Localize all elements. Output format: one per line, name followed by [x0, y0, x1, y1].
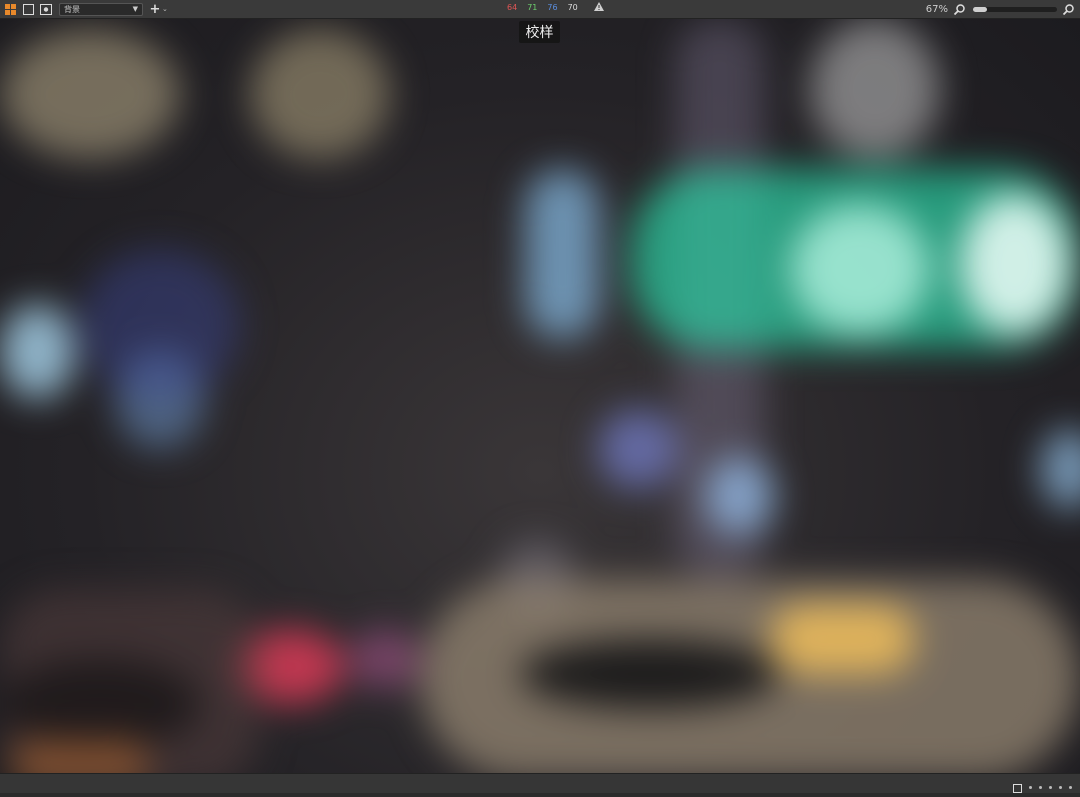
- chevron-down-icon: ▼: [132, 5, 138, 13]
- bokeh-warm-topleft: [0, 29, 180, 159]
- add-chevron-icon[interactable]: ⌄: [162, 5, 168, 13]
- zoom-controls: 67%: [926, 0, 1080, 18]
- page-dot[interactable]: [1039, 786, 1042, 789]
- page-dot[interactable]: [1069, 786, 1072, 789]
- add-icon[interactable]: +: [148, 2, 162, 17]
- green-sign-bright-2: [960, 194, 1070, 334]
- layer-select[interactable]: 背景 ▼: [59, 2, 143, 16]
- bokeh-amber: [770, 604, 915, 674]
- bokeh-orb-center: [598, 409, 678, 489]
- bokeh-orb-right: [705, 457, 775, 535]
- zoom-out-icon[interactable]: [953, 0, 965, 19]
- green-sign-bright-1: [790, 204, 930, 334]
- page-dot[interactable]: [1049, 786, 1052, 789]
- readout-g: 71: [527, 3, 538, 12]
- zoom-in-icon[interactable]: [1062, 0, 1074, 19]
- layer-select-value: 背景: [64, 4, 80, 14]
- bottom-bar: [0, 773, 1080, 793]
- car-dark-window: [520, 639, 780, 709]
- bokeh-warm-top: [250, 29, 390, 159]
- bokeh-blue-far-right: [1040, 429, 1080, 509]
- readout-k: 70: [567, 3, 578, 12]
- grid-view-icon[interactable]: [3, 2, 17, 16]
- bokeh-pink: [350, 629, 420, 689]
- readout-r: 64: [507, 3, 518, 12]
- readout-b: 76: [547, 3, 558, 12]
- proof-label: 校样: [519, 21, 560, 43]
- preview-eye-icon[interactable]: [39, 2, 53, 16]
- bokeh-blue-vertical: [525, 169, 600, 339]
- image-viewer[interactable]: [0, 19, 1080, 774]
- page-dot[interactable]: [1029, 786, 1032, 789]
- warning-icon[interactable]: [593, 2, 604, 13]
- bokeh-blue-left: [0, 304, 75, 399]
- color-readout: 64 71 76 70: [507, 2, 604, 13]
- top-toolbar: 背景 ▼ + ⌄ 64 71 76 70 67%: [0, 0, 1080, 19]
- car-left-dark: [0, 659, 200, 749]
- page-dot[interactable]: [1059, 786, 1062, 789]
- single-view-icon[interactable]: [21, 2, 35, 16]
- photo-background: [0, 19, 1080, 774]
- zoom-percentage: 67%: [925, 3, 948, 15]
- bokeh-white-topright: [810, 19, 940, 159]
- bokeh-amber-bottom: [10, 739, 150, 774]
- page-indicator: [1013, 778, 1072, 797]
- zoom-slider[interactable]: [973, 6, 1057, 12]
- frame-square-icon[interactable]: [1013, 778, 1022, 797]
- zoom-slider-fill: [973, 6, 988, 12]
- bokeh-navy-left: [80, 249, 240, 399]
